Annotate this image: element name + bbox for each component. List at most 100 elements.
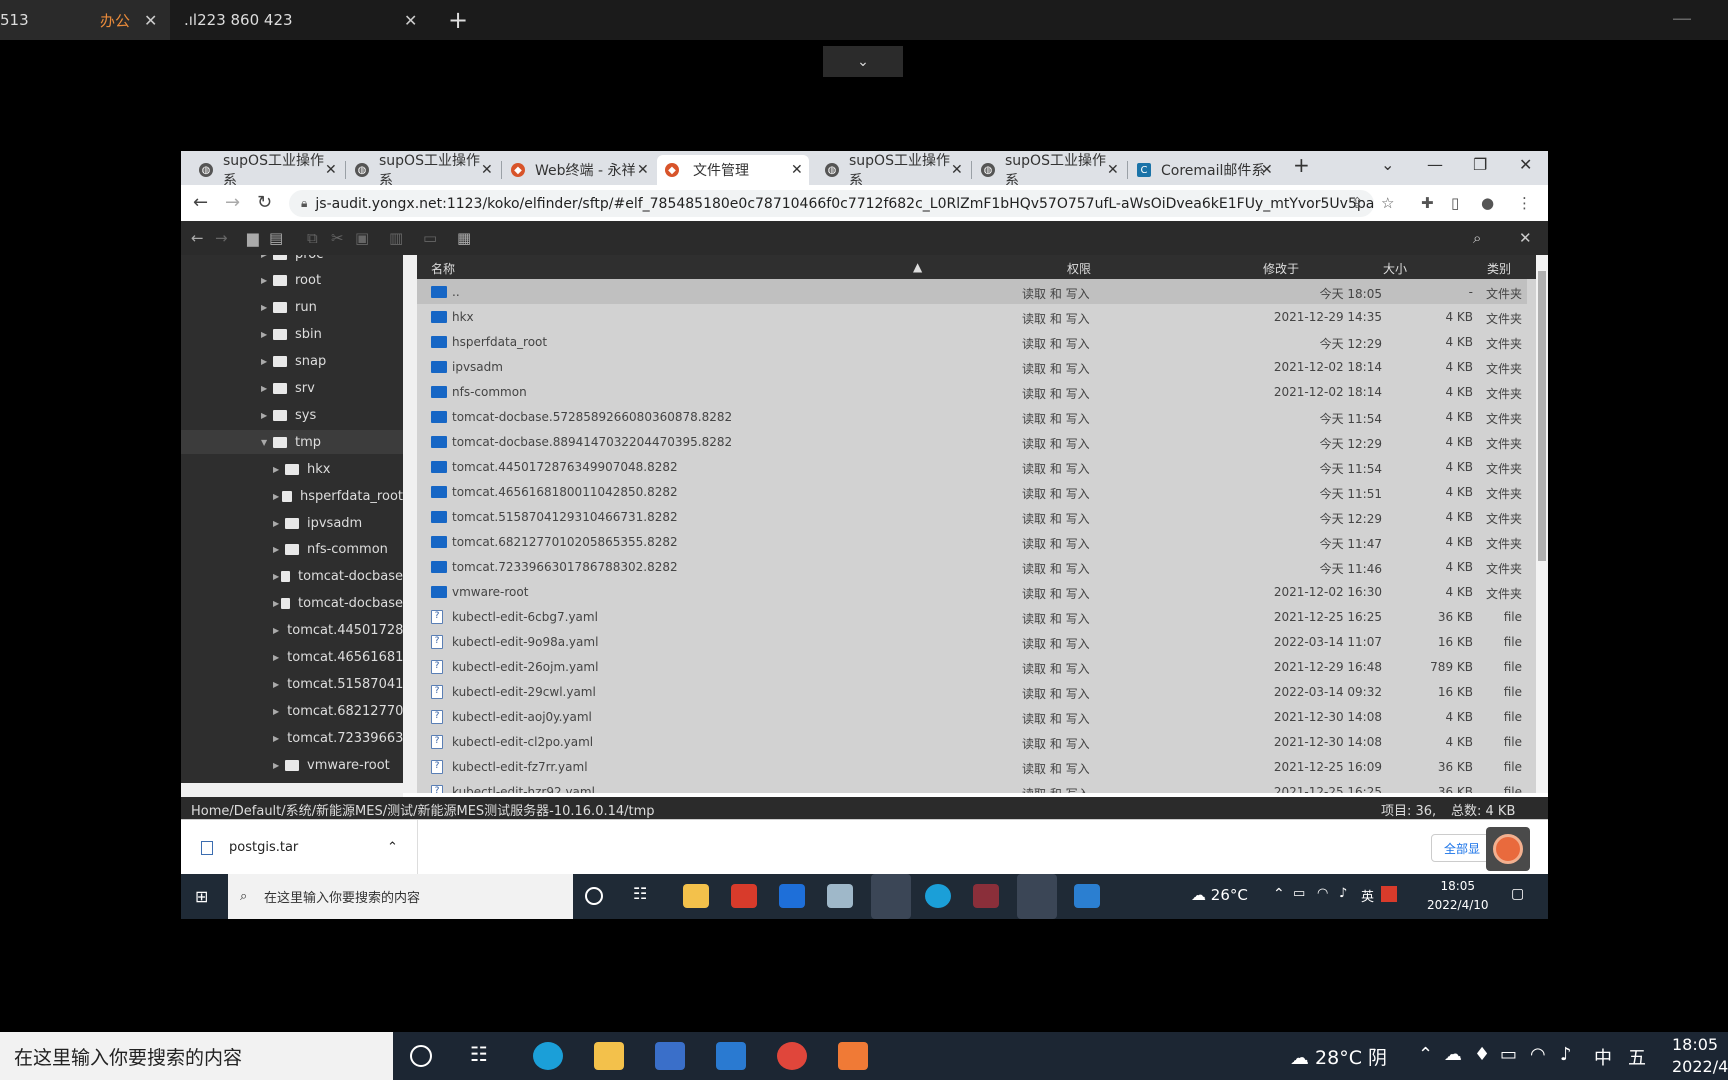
caret-right-icon[interactable]: ▶: [273, 545, 285, 554]
file-row[interactable]: nfs-common 读取 和 写入 2021-12-02 18:14 4 KB 文件夹: [417, 379, 1527, 404]
file-row[interactable]: ? kubectl-edit-6cbg7.yaml 读取 和 写入 2021-12-2…: [417, 604, 1527, 629]
caret-right-icon[interactable]: ▶: [273, 599, 281, 608]
close-icon[interactable]: ✕: [1261, 162, 1273, 178]
browser-tab-5[interactable]: ◍ supOS工业操作系 ✕: [817, 153, 963, 189]
tree-item[interactable]: ▼ tmp: [181, 430, 403, 455]
file-row[interactable]: ? kubectl-edit-9o98a.yaml 读取 和 写入 2022-03-1…: [417, 629, 1527, 654]
caret-right-icon[interactable]: ▶: [273, 465, 285, 474]
file-row[interactable]: tomcat.6821277010205865355.8282 读取 和 写入 今天…: [417, 529, 1527, 554]
caret-right-icon[interactable]: ▶: [261, 255, 273, 259]
file-row[interactable]: tomcat.4450172876349907048.8282 读取 和 写入 今天…: [417, 454, 1527, 479]
file-row[interactable]: tomcat.5158704129310466731.8282 读取 和 写入 今天…: [417, 504, 1527, 529]
caret-right-icon[interactable]: ▶: [261, 357, 273, 366]
caret-right-icon[interactable]: ▶: [273, 734, 279, 743]
tree-item[interactable]: ▶ sbin: [181, 323, 403, 347]
file-row[interactable]: ? kubectl-edit-aoj0y.yaml 读取 和 写入 2021-12-3…: [417, 704, 1527, 729]
close-icon[interactable]: ✕: [1107, 162, 1119, 178]
file-row[interactable]: .. 读取 和 写入 今天 18:05 - 文件夹: [417, 279, 1527, 304]
winrar-icon[interactable]: [973, 884, 999, 908]
file-row[interactable]: tomcat-docbase.5728589266080360878.8282 读…: [417, 404, 1527, 429]
tree-item[interactable]: ▶ vmware-root: [181, 753, 403, 777]
star-icon[interactable]: ☆: [1381, 194, 1394, 212]
file-row[interactable]: tomcat-docbase.8894147032204470395.8282 读…: [417, 429, 1527, 454]
tree-item[interactable]: ▶ tomcat.44501728: [181, 619, 403, 643]
windows-start-icon[interactable]: ⊞: [195, 887, 208, 906]
close-icon[interactable]: ✕: [951, 162, 963, 178]
caret-right-icon[interactable]: ▶: [273, 680, 279, 689]
volume-icon[interactable]: ♪: [1339, 886, 1347, 901]
tree-item[interactable]: ▶ sys: [181, 403, 403, 427]
close-icon[interactable]: ✕: [481, 162, 493, 178]
caret-right-icon[interactable]: ▶: [261, 276, 273, 285]
sogou-icon[interactable]: [1381, 886, 1397, 902]
outer-weather[interactable]: ☁ 28°C 阴: [1290, 1043, 1387, 1070]
file-row[interactable]: hsperfdata_root 读取 和 写入 今天 12:29 4 KB 文件夹: [417, 329, 1527, 354]
back-icon[interactable]: ←: [193, 192, 208, 213]
delete-icon[interactable]: ▥: [389, 229, 403, 247]
caret-right-icon[interactable]: ▶: [273, 707, 279, 716]
caret-right-icon[interactable]: ▶: [261, 411, 273, 420]
file-row[interactable]: tomcat.4656168180011042850.8282 读取 和 写入 今天…: [417, 479, 1527, 504]
restore-icon[interactable]: ❐: [1473, 155, 1487, 174]
store-icon[interactable]: [655, 1042, 685, 1070]
inner-search-box[interactable]: ⌕ 在这里输入你要搜索的内容: [228, 874, 573, 919]
tab-search-icon[interactable]: ⌄: [1381, 155, 1394, 174]
copy-icon[interactable]: ⧉: [307, 229, 318, 247]
volume-icon[interactable]: ♪: [1560, 1044, 1572, 1065]
notepad-icon[interactable]: [827, 884, 853, 908]
tree-item[interactable]: ▶ run: [181, 296, 403, 320]
browser-tab-1[interactable]: ◍ supOS工业操作系 ✕: [191, 153, 337, 189]
tree-item[interactable]: ▶ hsperfdata_root: [181, 484, 403, 508]
tree-scrollbar[interactable]: [403, 255, 417, 793]
remote-desktop-icon[interactable]: [838, 1042, 868, 1070]
inner-weather[interactable]: ☁ 26°C: [1191, 886, 1248, 904]
tree-item[interactable]: ▶ hkx: [181, 457, 403, 481]
profile-icon[interactable]: ●: [1481, 194, 1494, 212]
outer-tab-1[interactable]: 513 办公 ✕: [0, 0, 170, 40]
reload-icon[interactable]: ↻: [257, 192, 272, 213]
forward-icon[interactable]: →: [215, 229, 228, 247]
battery-icon[interactable]: ▭: [1293, 886, 1305, 901]
cut-icon[interactable]: ✂: [331, 229, 344, 247]
chevron-up-icon[interactable]: ⌃: [387, 840, 398, 855]
chrome-icon[interactable]: [871, 874, 911, 919]
tree-item[interactable]: ▶ nfs-common: [181, 538, 403, 562]
file-row[interactable]: vmware-root 读取 和 写入 2021-12-02 16:30 4 KB 文件…: [417, 579, 1527, 604]
col-size[interactable]: 大小: [1383, 260, 1407, 277]
task-view-icon[interactable]: ☷: [633, 884, 659, 908]
outer-clock[interactable]: 18:05 2022/4: [1672, 1034, 1728, 1078]
tree-horizontal-scrollbar[interactable]: [181, 783, 403, 797]
download-item[interactable]: postgis.tar ⌃: [181, 820, 418, 875]
wps-icon[interactable]: [731, 884, 757, 908]
caret-right-icon[interactable]: ▶: [273, 653, 279, 662]
caret-down-icon[interactable]: ▼: [261, 438, 273, 447]
caret-right-icon[interactable]: ▶: [261, 384, 273, 393]
col-kind[interactable]: 类别: [1487, 260, 1511, 277]
sort-icon[interactable]: ▲: [913, 260, 922, 274]
file-row[interactable]: ? kubectl-edit-29cwl.yaml 读取 和 写入 2022-03-1…: [417, 679, 1527, 704]
tray-expand-icon[interactable]: ⌃: [1273, 886, 1285, 902]
paste-icon[interactable]: ▣: [355, 229, 369, 247]
tree-item[interactable]: ▶ tomcat.51587041: [181, 672, 403, 696]
new-folder-icon[interactable]: ▆: [247, 229, 259, 247]
tree-item[interactable]: ▶ snap: [181, 350, 403, 374]
view-grid-icon[interactable]: ▦: [457, 229, 471, 247]
browser-tab-3[interactable]: ◆ Web终端 - 永祥 ✕: [503, 155, 649, 185]
mail-app-icon[interactable]: [716, 1042, 746, 1070]
new-tab-icon[interactable]: +: [1293, 153, 1310, 177]
col-perm[interactable]: 权限: [1067, 260, 1091, 277]
close-icon[interactable]: ✕: [791, 162, 803, 178]
wifi-icon[interactable]: ◠: [1530, 1044, 1546, 1065]
search-icon[interactable]: ⌕: [1473, 229, 1481, 247]
tree-item[interactable]: ▶ root: [181, 269, 403, 293]
close-icon[interactable]: ✕: [637, 162, 649, 178]
minimize-icon[interactable]: —: [1672, 6, 1692, 30]
extensions-icon[interactable]: ✚: [1421, 194, 1434, 212]
tree-item[interactable]: ▶ tomcat-docbase: [181, 592, 403, 616]
col-name[interactable]: 名称: [431, 260, 455, 277]
caret-right-icon[interactable]: ▶: [273, 761, 285, 770]
ime-indicator[interactable]: 英: [1361, 886, 1374, 905]
microphone-icon[interactable]: ♦: [1474, 1044, 1490, 1065]
wifi-icon[interactable]: ◠: [1317, 886, 1328, 901]
new-file-icon[interactable]: ▤: [269, 229, 283, 247]
